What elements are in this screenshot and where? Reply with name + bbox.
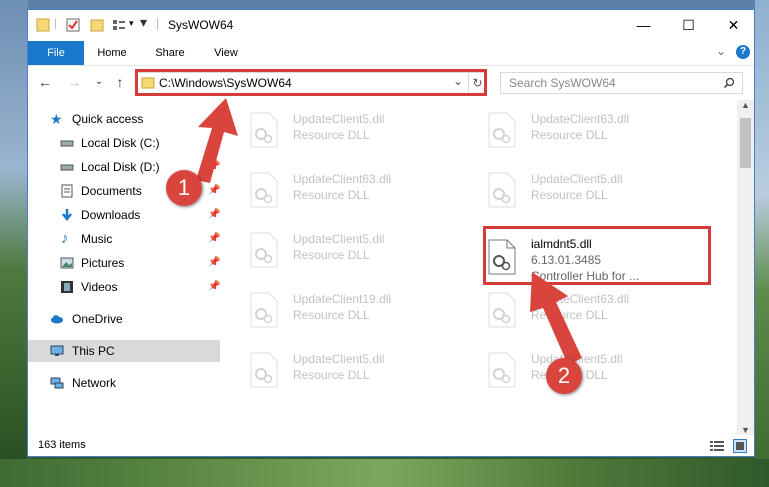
annotation-arrows (196, 98, 582, 365)
step-2-badge: 2 (546, 358, 582, 394)
arrow-2 (530, 272, 582, 365)
arrow-1 (196, 98, 238, 183)
step-1-badge: 1 (166, 170, 202, 206)
